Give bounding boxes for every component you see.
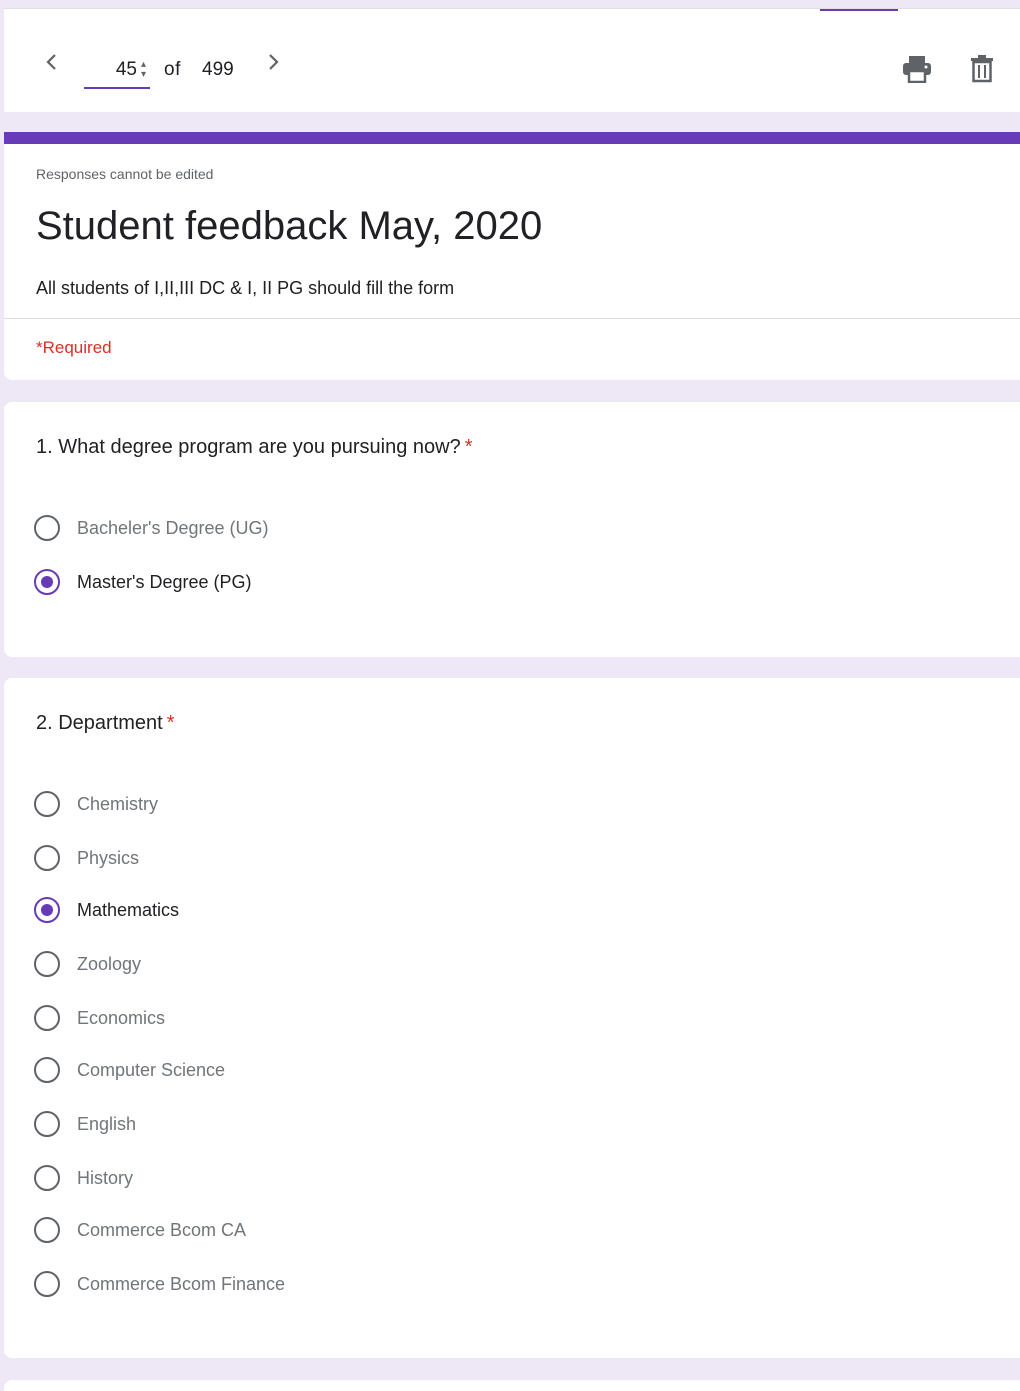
form-title: Student feedback May, 2020 <box>36 204 543 248</box>
radio-option[interactable]: Mathematics <box>34 894 179 926</box>
printer-icon <box>903 56 931 83</box>
radio-button[interactable] <box>34 1005 60 1031</box>
form-description: All students of I,II,III DC & I, II PG s… <box>36 278 455 298</box>
header-accent-bar <box>4 132 1020 144</box>
question-title: 2. Department * <box>36 712 175 735</box>
print-button[interactable] <box>897 49 937 89</box>
required-asterisk: * <box>464 436 473 458</box>
question-title: 1. What degree program are you pursuing … <box>36 436 472 459</box>
radio-button[interactable] <box>34 845 60 871</box>
radio-option[interactable]: Economics <box>34 1002 165 1034</box>
next-response-button[interactable] <box>257 45 291 79</box>
previous-response-button[interactable] <box>34 45 68 79</box>
next-question-card <box>4 1380 1020 1391</box>
response-number-input[interactable]: 45 ▴ ▾ <box>84 53 150 89</box>
delete-response-button[interactable] <box>962 49 1002 89</box>
option-label: Economics <box>77 1007 166 1028</box>
question-title-text: 2. Department <box>36 712 163 734</box>
radio-button[interactable] <box>34 1111 60 1137</box>
header-divider <box>4 318 1020 319</box>
question-title-text: 1. What degree program are you pursuing … <box>36 436 461 458</box>
radio-option[interactable]: English <box>34 1108 136 1140</box>
radio-button[interactable] <box>34 1165 60 1191</box>
question-card-department: 2. Department * Chemistry Physics Mathema… <box>4 678 1020 1358</box>
response-number-value: 45 <box>115 59 137 80</box>
option-label: History <box>77 1167 134 1188</box>
radio-button[interactable] <box>34 1271 60 1297</box>
option-label: Master's Degree (PG) <box>77 571 252 592</box>
radio-button-selected[interactable] <box>34 569 60 595</box>
of-label: of <box>164 59 181 80</box>
radio-button[interactable] <box>34 1217 60 1243</box>
form-response-viewer: 45 ▴ ▾ of 499 Responses cannot be edited… <box>0 0 1020 1391</box>
tab-indicator <box>820 9 898 11</box>
radio-button[interactable] <box>34 1057 60 1083</box>
radio-button[interactable] <box>34 951 60 977</box>
radio-option[interactable]: Bacheler's Degree (UG) <box>34 512 269 544</box>
radio-option[interactable]: History <box>34 1162 133 1194</box>
option-label: Commerce Bcom CA <box>77 1219 247 1240</box>
required-asterisk: * <box>166 712 175 734</box>
trash-icon <box>971 55 993 83</box>
option-label: Bacheler's Degree (UG) <box>77 517 269 538</box>
stepper-icon[interactable]: ▴ ▾ <box>141 60 146 80</box>
radio-option[interactable]: Computer Science <box>34 1054 225 1086</box>
responses-note: Responses cannot be edited <box>36 166 214 182</box>
option-label: Computer Science <box>77 1059 226 1080</box>
required-note: *Required <box>36 338 112 357</box>
radio-option[interactable]: Zoology <box>34 948 141 980</box>
option-label: English <box>77 1113 137 1134</box>
chevron-right-icon <box>269 54 279 70</box>
option-label: Mathematics <box>77 899 180 920</box>
radio-option[interactable]: Physics <box>34 842 139 874</box>
radio-option[interactable]: Commerce Bcom Finance <box>34 1268 285 1300</box>
form-header: Responses cannot be edited Student feedb… <box>4 132 1020 380</box>
radio-option[interactable]: Commerce Bcom CA <box>34 1214 246 1246</box>
response-total: 499 <box>202 59 234 80</box>
chevron-left-icon <box>46 54 56 70</box>
radio-option[interactable]: Chemistry <box>34 788 158 820</box>
option-label: Commerce Bcom Finance <box>77 1273 286 1294</box>
radio-button[interactable] <box>34 515 60 541</box>
question-card-degree: 1. What degree program are you pursuing … <box>4 402 1020 657</box>
option-label: Zoology <box>77 953 142 974</box>
response-navigator: 45 ▴ ▾ of 499 <box>4 8 1020 112</box>
option-label: Chemistry <box>77 793 159 814</box>
radio-button[interactable] <box>34 791 60 817</box>
option-label: Physics <box>77 847 140 868</box>
radio-button-selected[interactable] <box>34 897 60 923</box>
radio-option[interactable]: Master's Degree (PG) <box>34 566 251 598</box>
